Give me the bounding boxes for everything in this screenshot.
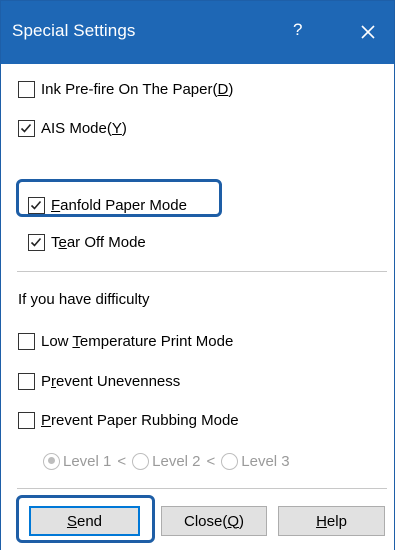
checkbox-label: AIS Mode(Y) — [41, 119, 127, 137]
checkbox-label: Fanfold Paper Mode — [51, 196, 187, 214]
checkbox-prevent-unevenness[interactable]: Prevent Unevenness — [18, 368, 180, 394]
radio-level-2[interactable] — [132, 452, 150, 470]
help-question-button[interactable]: ? — [293, 20, 302, 40]
close-button[interactable]: Close(Q) — [161, 506, 267, 536]
checkbox-label: Prevent Paper Rubbing Mode — [41, 411, 239, 429]
radio-label-level-3: Level 3 — [241, 452, 290, 470]
less-than-separator: < — [117, 452, 127, 470]
checkbox-box-checked[interactable] — [28, 233, 45, 251]
less-than-separator: < — [206, 452, 216, 470]
checkbox-label: Prevent Unevenness — [41, 372, 181, 390]
checkbox-low-temperature-print-mode[interactable]: Low Temperature Print Mode — [18, 328, 233, 354]
window-title: Special Settings — [12, 21, 136, 40]
title-bar: Special Settings ? — [1, 1, 394, 64]
radio-level-3[interactable] — [221, 452, 239, 470]
checkbox-fanfold-paper-mode[interactable]: Fanfold Paper Mode — [28, 192, 187, 218]
special-settings-dialog: Special Settings ? Ink Pre-fire On The P… — [0, 0, 395, 550]
checkmark-icon — [20, 123, 32, 133]
checkmark-icon — [30, 237, 42, 247]
checkbox-box-checked[interactable] — [18, 119, 35, 137]
difficulty-heading: If you have difficulty — [18, 291, 150, 308]
checkbox-box[interactable] — [18, 80, 35, 98]
checkbox-box-checked[interactable] — [28, 196, 45, 214]
checkbox-tear-off-mode[interactable]: Tear Off Mode — [28, 229, 146, 255]
checkmark-icon — [30, 200, 42, 210]
close-icon[interactable] — [351, 15, 385, 49]
level-radio-group: Level 1 < Level 2 < Level 3 — [43, 448, 290, 474]
separator — [17, 488, 387, 489]
radio-level-1[interactable] — [43, 452, 60, 470]
radio-label-level-1: Level 1 — [63, 452, 112, 470]
radio-label-level-2: Level 2 — [152, 452, 201, 470]
checkbox-label: Tear Off Mode — [51, 233, 146, 251]
send-button[interactable]: Send — [29, 506, 140, 536]
checkbox-box[interactable] — [18, 372, 35, 390]
checkbox-ink-prefire[interactable]: Ink Pre-fire On The Paper(D) — [18, 76, 233, 102]
checkbox-box[interactable] — [18, 332, 35, 350]
checkbox-prevent-paper-rubbing-mode[interactable]: Prevent Paper Rubbing Mode — [18, 407, 239, 433]
checkbox-label: Low Temperature Print Mode — [41, 332, 234, 350]
checkbox-label: Ink Pre-fire On The Paper(D) — [41, 80, 234, 98]
checkbox-ais-mode[interactable]: AIS Mode(Y) — [18, 115, 127, 141]
checkbox-box[interactable] — [18, 411, 35, 429]
separator — [17, 271, 387, 272]
help-button[interactable]: Help — [278, 506, 385, 536]
